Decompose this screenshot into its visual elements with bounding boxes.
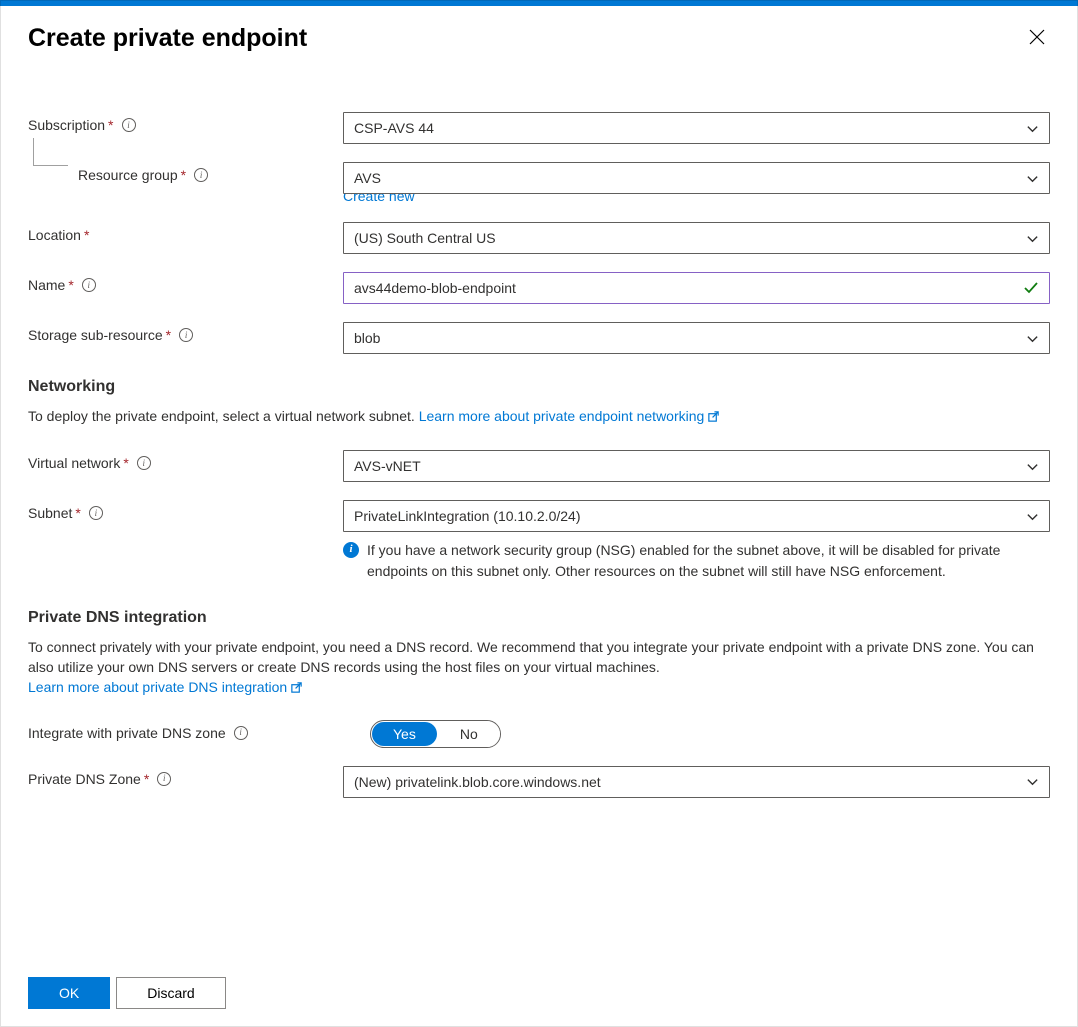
dns-zone-label: Private DNS Zone [28, 771, 141, 787]
dns-description: To connect privately with your private e… [28, 637, 1050, 698]
info-icon[interactable]: i [137, 456, 151, 470]
required-asterisk: * [84, 227, 89, 243]
info-callout-icon: i [343, 542, 359, 558]
checkmark-icon [1023, 280, 1039, 296]
dns-link-text: Learn more about private DNS integration [28, 677, 287, 697]
networking-desc-text: To deploy the private endpoint, select a… [28, 408, 419, 424]
page-title: Create private endpoint [28, 24, 307, 53]
chevron-down-icon [1026, 232, 1039, 245]
subnet-nsg-note: i If you have a network security group (… [343, 540, 1050, 581]
required-asterisk: * [123, 455, 128, 471]
networking-link-text: Learn more about private endpoint networ… [419, 406, 705, 426]
chevron-down-icon [1026, 510, 1039, 523]
ok-button[interactable]: OK [28, 977, 110, 1009]
dns-desc-text: To connect privately with your private e… [28, 639, 1034, 675]
virtual-network-select[interactable]: AVS-vNET [343, 450, 1050, 482]
required-asterisk: * [166, 327, 171, 343]
required-asterisk: * [68, 277, 73, 293]
info-icon[interactable]: i [82, 278, 96, 292]
name-value: avs44demo-blob-endpoint [354, 280, 516, 296]
info-icon[interactable]: i [179, 328, 193, 342]
dns-learn-more-link[interactable]: Learn more about private DNS integration [28, 677, 303, 697]
discard-button[interactable]: Discard [116, 977, 225, 1009]
toggle-no[interactable]: No [438, 721, 500, 747]
resource-group-select[interactable]: AVS [343, 162, 1050, 194]
subnet-note-text: If you have a network security group (NS… [367, 540, 1050, 581]
toggle-yes[interactable]: Yes [372, 722, 437, 746]
info-icon[interactable]: i [89, 506, 103, 520]
virtual-network-value: AVS-vNET [354, 458, 421, 474]
dns-integrate-label: Integrate with private DNS zone [28, 725, 226, 741]
name-input[interactable]: avs44demo-blob-endpoint [343, 272, 1050, 304]
dns-integrate-toggle[interactable]: Yes No [370, 720, 501, 748]
chevron-down-icon [1026, 332, 1039, 345]
chevron-down-icon [1026, 775, 1039, 788]
name-label: Name [28, 277, 65, 293]
subnet-value: PrivateLinkIntegration (10.10.2.0/24) [354, 508, 580, 524]
networking-description: To deploy the private endpoint, select a… [28, 406, 1050, 426]
dns-zone-select[interactable]: (New) privatelink.blob.core.windows.net [343, 766, 1050, 798]
info-icon[interactable]: i [122, 118, 136, 132]
virtual-network-label: Virtual network [28, 455, 120, 471]
location-value: (US) South Central US [354, 230, 496, 246]
dns-zone-value: (New) privatelink.blob.core.windows.net [354, 774, 601, 790]
required-asterisk: * [75, 505, 80, 521]
required-asterisk: * [144, 771, 149, 787]
subscription-label: Subscription [28, 117, 105, 133]
info-icon[interactable]: i [194, 168, 208, 182]
subscription-select[interactable]: CSP-AVS 44 [343, 112, 1050, 144]
sub-resource-select[interactable]: blob [343, 322, 1050, 354]
resource-group-label: Resource group [78, 167, 178, 183]
resource-group-value: AVS [354, 170, 381, 186]
sub-resource-label: Storage sub-resource [28, 327, 163, 343]
external-link-icon [290, 681, 303, 694]
subscription-value: CSP-AVS 44 [354, 120, 434, 136]
required-asterisk: * [108, 117, 113, 133]
networking-learn-more-link[interactable]: Learn more about private endpoint networ… [419, 406, 721, 426]
subnet-label: Subnet [28, 505, 72, 521]
external-link-icon [707, 410, 720, 423]
subnet-select[interactable]: PrivateLinkIntegration (10.10.2.0/24) [343, 500, 1050, 532]
chevron-down-icon [1026, 460, 1039, 473]
info-icon[interactable]: i [157, 772, 171, 786]
info-icon[interactable]: i [234, 726, 248, 740]
tree-indent-line [33, 138, 68, 166]
location-label: Location [28, 227, 81, 243]
required-asterisk: * [181, 167, 186, 183]
chevron-down-icon [1026, 172, 1039, 185]
close-icon [1028, 28, 1046, 46]
dns-heading: Private DNS integration [28, 609, 1050, 627]
sub-resource-value: blob [354, 330, 380, 346]
networking-heading: Networking [28, 378, 1050, 396]
location-select[interactable]: (US) South Central US [343, 222, 1050, 254]
close-button[interactable] [1024, 24, 1050, 54]
chevron-down-icon [1026, 122, 1039, 135]
